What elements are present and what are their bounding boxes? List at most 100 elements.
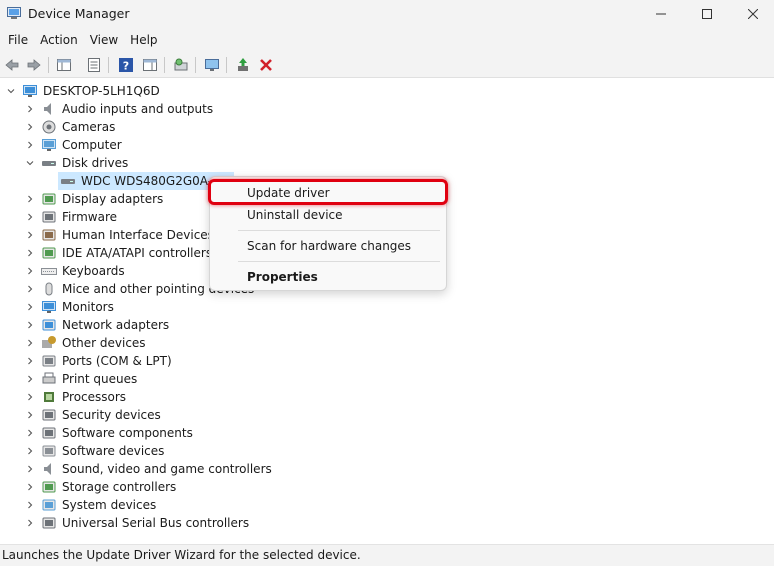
sound-controller-icon	[44, 463, 51, 475]
ctx-scan-hardware-changes[interactable]: Scan for hardware changes	[247, 237, 411, 255]
minimize-button[interactable]	[638, 0, 684, 28]
ctx-properties[interactable]: Properties	[247, 268, 318, 286]
tree-expander[interactable]	[25, 298, 35, 316]
tree-expander[interactable]	[25, 208, 35, 226]
tree-expander[interactable]	[25, 136, 35, 154]
chevron-right-icon	[28, 357, 33, 365]
tree-expander[interactable]	[25, 388, 35, 406]
tree-category-print-queues[interactable]: Print queues	[0, 370, 400, 388]
computer-monitor-button[interactable]	[202, 55, 222, 75]
status-bar: Launches the Update Driver Wizard for th…	[0, 544, 774, 566]
tree-expander[interactable]	[25, 226, 35, 244]
tree-expander[interactable]	[25, 406, 35, 424]
forward-icon	[27, 59, 41, 71]
show-hide-console-tree-icon	[57, 59, 71, 71]
maximize-button[interactable]	[684, 0, 730, 28]
context-menu: Update driver Uninstall device Scan for …	[208, 176, 448, 291]
tree-expander[interactable]	[25, 496, 35, 514]
toolbar-separator	[108, 57, 109, 73]
menu-view[interactable]: View	[84, 29, 124, 51]
computer-icon	[42, 139, 56, 151]
tree-category-other-devices[interactable]: Other devices	[0, 334, 400, 352]
tree-category-software-components[interactable]: Software components	[0, 424, 400, 442]
tree-category-processors[interactable]: Processors	[0, 388, 400, 406]
tree-category-system-devices[interactable]: System devices	[0, 496, 400, 514]
ports-icon	[42, 355, 56, 367]
back-button[interactable]	[2, 55, 22, 75]
close-button[interactable]	[730, 0, 774, 28]
tree-expander[interactable]	[25, 352, 35, 370]
menu-help[interactable]: Help	[124, 29, 163, 51]
tree-category-label: Software components	[62, 426, 193, 440]
menu-bar: File Action View Help	[0, 28, 774, 52]
tree-expander[interactable]	[25, 316, 35, 334]
tree-category-label: Keyboards	[62, 264, 125, 278]
tree-category-software-devices[interactable]: Software devices	[0, 442, 400, 460]
scan-hardware-button[interactable]	[171, 55, 191, 75]
tree-category-sound-video-and-game-controllers[interactable]: Sound, video and game controllers	[0, 460, 400, 478]
tree-category-audio-inputs-and-outputs[interactable]: Audio inputs and outputs	[0, 100, 400, 118]
chevron-right-icon	[28, 447, 33, 455]
tree-category-network-adapters[interactable]: Network adapters	[0, 316, 400, 334]
menu-action[interactable]: Action	[34, 29, 84, 51]
software-component-icon	[42, 427, 56, 439]
tree-expander[interactable]	[25, 244, 35, 262]
uninstall-button[interactable]	[256, 55, 276, 75]
tree-expander[interactable]	[25, 424, 35, 442]
context-menu-separator	[238, 261, 440, 262]
tree-expander[interactable]	[25, 100, 35, 118]
tree-category-label: Ports (COM & LPT)	[62, 354, 172, 368]
tree-root-label: DESKTOP-5LH1Q6D	[43, 84, 160, 98]
tree-expander[interactable]	[25, 154, 35, 172]
tree-expander[interactable]	[25, 190, 35, 208]
tree-expander[interactable]	[25, 370, 35, 388]
tree-expander[interactable]	[25, 280, 35, 298]
tree-category-disk-drives[interactable]: Disk drives	[0, 154, 400, 172]
tree-category-label: Print queues	[62, 372, 138, 386]
tree-category-computer[interactable]: Computer	[0, 136, 400, 154]
display-adapter-icon	[42, 193, 56, 205]
tree-category-ports-com-lpt[interactable]: Ports (COM & LPT)	[0, 352, 400, 370]
tree-expander[interactable]	[25, 514, 35, 532]
tree-root-expander[interactable]	[6, 82, 16, 100]
chevron-right-icon	[28, 303, 33, 311]
help-icon: ?	[119, 58, 133, 73]
computer-root-icon	[23, 85, 37, 97]
tree-category-monitors[interactable]: Monitors	[0, 298, 400, 316]
tree-expander[interactable]	[25, 262, 35, 280]
forward-button[interactable]	[24, 55, 44, 75]
tree-category-label: Software devices	[62, 444, 165, 458]
show-hide-tree-button[interactable]	[54, 55, 74, 75]
menu-file[interactable]: File	[2, 29, 34, 51]
tree-category-label: Security devices	[62, 408, 161, 422]
tree-expander[interactable]	[25, 478, 35, 496]
help-button[interactable]: ?	[116, 55, 136, 75]
properties-icon	[88, 58, 100, 72]
monitor-icon	[42, 301, 56, 313]
ctx-update-driver[interactable]: Update driver	[247, 184, 330, 202]
tree-category-label: Cameras	[62, 120, 116, 134]
chevron-right-icon	[28, 483, 33, 491]
properties-button[interactable]	[84, 55, 104, 75]
tree-category-storage-controllers[interactable]: Storage controllers	[0, 478, 400, 496]
tree-root[interactable]: DESKTOP-5LH1Q6D	[0, 82, 400, 100]
tree-expander[interactable]	[25, 460, 35, 478]
tree-category-label: Processors	[62, 390, 127, 404]
tree-category-label: IDE ATA/ATAPI controllers	[62, 246, 213, 260]
ctx-uninstall-device[interactable]: Uninstall device	[247, 206, 343, 224]
tree-category-label: Human Interface Devices	[62, 228, 214, 242]
tree-category-security-devices[interactable]: Security devices	[0, 406, 400, 424]
system-device-icon	[42, 499, 56, 511]
tree-category-label: Storage controllers	[62, 480, 177, 494]
tree-expander[interactable]	[25, 118, 35, 136]
keyboard-icon	[41, 268, 57, 275]
toolbar-separator	[195, 57, 196, 73]
tree-category-label: Monitors	[62, 300, 114, 314]
other-devices-icon	[42, 336, 56, 348]
tree-expander[interactable]	[25, 334, 35, 352]
tree-expander[interactable]	[25, 442, 35, 460]
update-driver-toolbar-button[interactable]	[233, 55, 253, 75]
tree-category-cameras[interactable]: Cameras	[0, 118, 400, 136]
tree-category-universal-serial-bus-controllers[interactable]: Universal Serial Bus controllers	[0, 514, 400, 532]
action-pane-button[interactable]	[140, 55, 160, 75]
